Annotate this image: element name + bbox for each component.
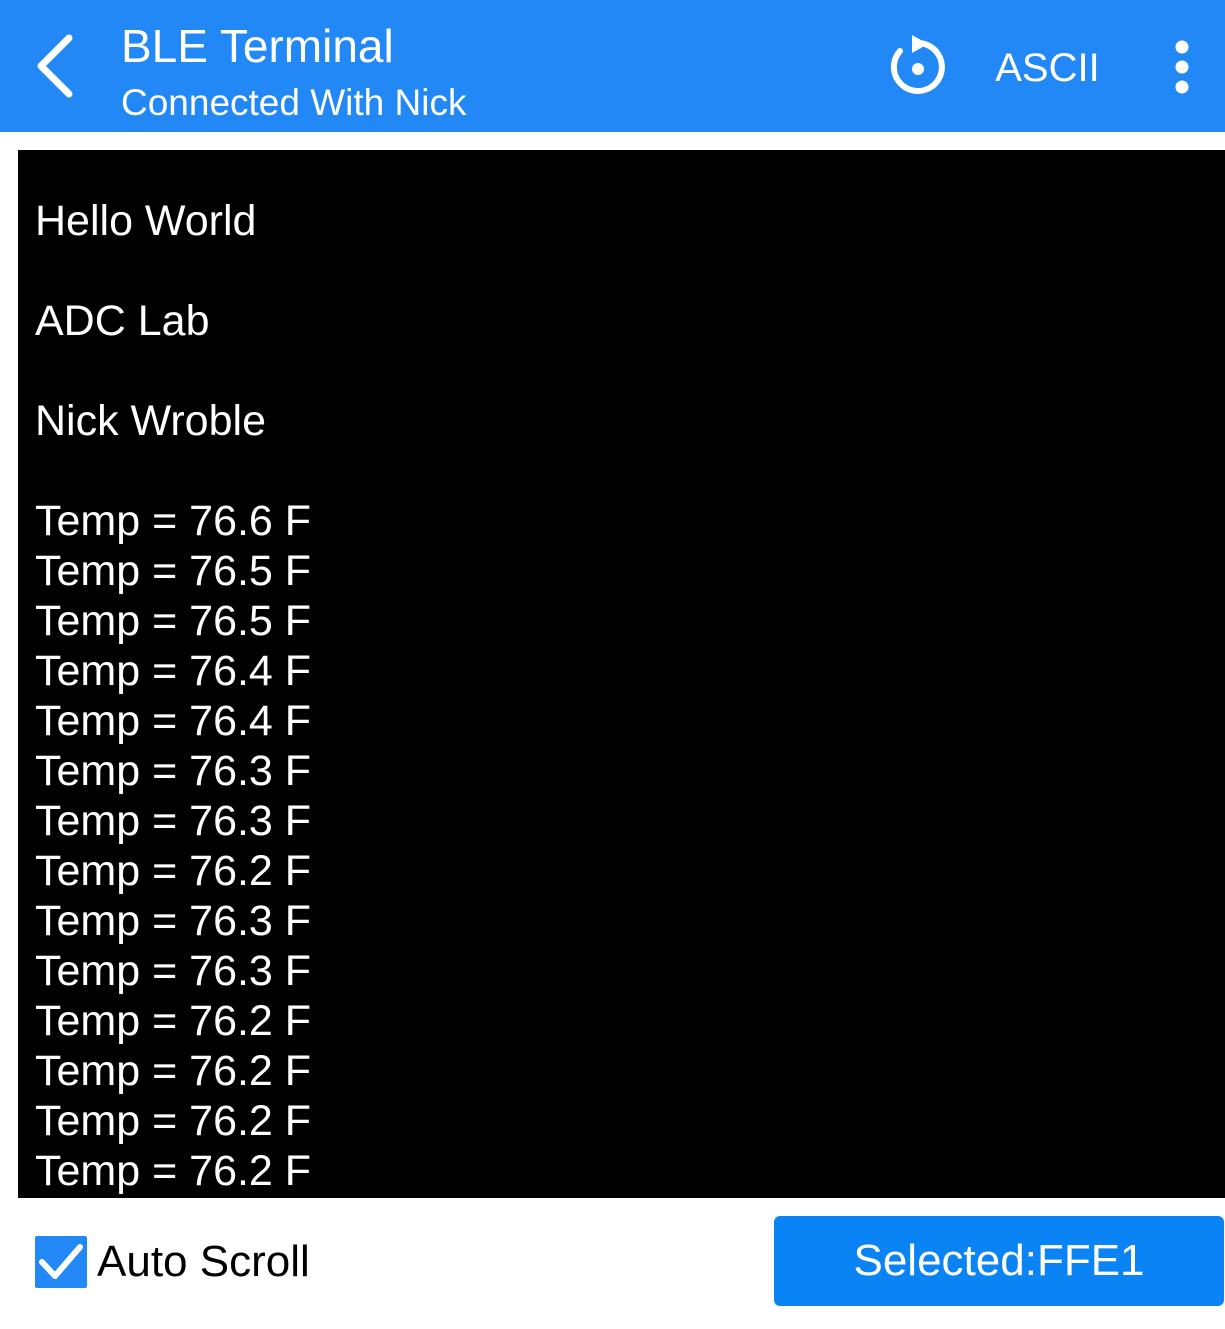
auto-scroll-label: Auto Scroll	[97, 1237, 310, 1286]
app-bar: BLE Terminal Connected With Nick ASCII	[0, 0, 1225, 132]
temp-reading-line: Temp = 76.5 F	[35, 547, 312, 595]
app-title: BLE Terminal	[121, 20, 394, 72]
terminal-output[interactable]: Hello World ADC Lab Nick Wroble Temp = 7…	[18, 150, 1225, 1198]
ascii-mode-button[interactable]: ASCII	[985, 40, 1110, 96]
terminal-line: ADC Lab	[35, 297, 210, 345]
temp-reading-line: Temp = 76.3 F	[35, 897, 312, 945]
selected-characteristic-button[interactable]: Selected:FFE1	[774, 1216, 1224, 1306]
temp-reading-line: Temp = 76.2 F	[35, 1097, 312, 1145]
more-vertical-icon	[1175, 40, 1189, 94]
refresh-button[interactable]	[884, 30, 952, 100]
temp-reading-line: Temp = 76.3 F	[35, 947, 312, 995]
temp-reading-line: Temp = 76.2 F	[35, 1147, 312, 1195]
temp-reading-line: Temp = 76.2 F	[35, 847, 312, 895]
chevron-left-icon	[37, 34, 73, 98]
terminal-lines: Hello World ADC Lab Nick Wroble Temp = 7…	[35, 196, 311, 1196]
temp-reading-line: Temp = 76.5 F	[35, 597, 312, 645]
back-button[interactable]	[20, 26, 90, 106]
terminal-line: Nick Wroble	[35, 397, 266, 445]
temp-reading-line: Temp = 76.6 F	[35, 497, 312, 545]
temp-reading-line: Temp = 76.2 F	[35, 997, 312, 1045]
temp-reading-line: Temp = 76.4 F	[35, 647, 312, 695]
auto-scroll-toggle[interactable]: Auto Scroll	[35, 1236, 310, 1288]
connection-status: Connected With Nick	[121, 82, 467, 123]
bottom-bar: Auto Scroll Selected:FFE1	[0, 1198, 1225, 1329]
temp-reading-line: Temp = 76.3 F	[35, 797, 312, 845]
refresh-icon	[890, 35, 945, 94]
temp-reading-line: Temp = 76.4 F	[35, 697, 312, 745]
temp-reading-line: Temp = 76.3 F	[35, 747, 312, 795]
checkmark-icon	[39, 1244, 83, 1279]
more-options-button[interactable]	[1155, 34, 1209, 100]
temp-reading-line: Temp = 76.2 F	[35, 1047, 312, 1095]
terminal-line: Hello World	[35, 197, 257, 245]
auto-scroll-checkbox[interactable]	[35, 1236, 87, 1288]
